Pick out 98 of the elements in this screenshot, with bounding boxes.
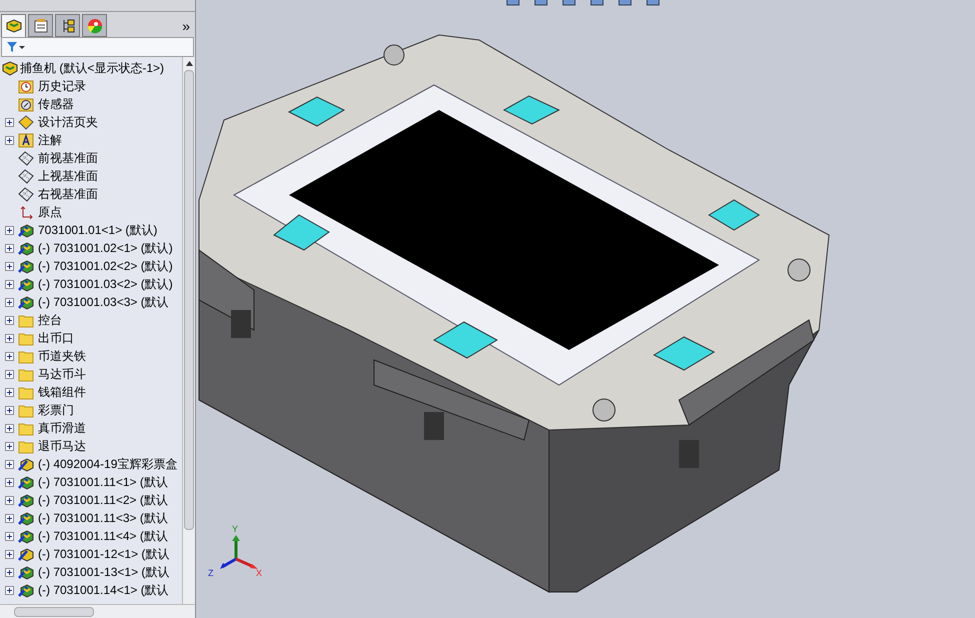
expand-toggle[interactable] <box>4 496 14 504</box>
origin-icon <box>18 204 34 220</box>
expand-toggle[interactable] <box>4 442 14 450</box>
panel-tab[interactable] <box>1 14 26 37</box>
assembly-icon <box>4 18 22 34</box>
tree-item[interactable]: 钱箱组件 <box>38 383 86 401</box>
tree-item[interactable]: 原点 <box>38 203 62 221</box>
tree-item[interactable]: (-) 7031001.02<1> (默认) <box>38 239 173 257</box>
expand-toggle[interactable] <box>4 532 14 540</box>
plane-icon <box>18 186 34 202</box>
expand-toggle[interactable] <box>4 568 14 576</box>
expand-toggle[interactable] <box>4 352 14 360</box>
assembly-icon <box>18 546 34 562</box>
tree-item[interactable]: 真币滑道 <box>38 419 86 437</box>
part-icon <box>18 582 34 598</box>
expand-toggle[interactable] <box>4 550 14 558</box>
expand-toggle[interactable] <box>4 136 14 144</box>
tree-item[interactable]: (-) 7031001-12<1> (默认 <box>38 545 170 563</box>
tree-item[interactable]: (-) 7031001.11<2> (默认 <box>38 491 168 509</box>
tree-item[interactable]: 历史记录 <box>38 77 86 95</box>
part-icon <box>18 240 34 256</box>
tree-item[interactable]: (-) 7031001.11<1> (默认 <box>38 473 168 491</box>
vertical-scrollbar[interactable] <box>182 57 195 604</box>
tree-item[interactable]: 上视基准面 <box>38 167 98 185</box>
expand-toggle[interactable] <box>4 262 14 270</box>
tree-item[interactable]: 退币马达 <box>38 437 86 455</box>
scroll-up-arrow-icon[interactable] <box>186 61 192 66</box>
folder-icon <box>18 330 34 346</box>
tree-item[interactable]: (-) 7031001.02<2> (默认) <box>38 257 173 275</box>
expand-toggle[interactable] <box>4 478 14 486</box>
expand-toggle[interactable] <box>4 424 14 432</box>
filter-icon[interactable] <box>6 41 26 53</box>
tree-item[interactable]: 马达币斗 <box>38 365 86 383</box>
plane-icon <box>18 150 34 166</box>
tree-item[interactable]: 设计活页夹 <box>38 113 98 131</box>
tree-item[interactable]: (-) 7031001.11<3> (默认 <box>38 509 168 527</box>
expand-toggle[interactable] <box>4 388 14 396</box>
tree-item[interactable]: (-) 7031001.14<1> (默认 <box>38 581 169 599</box>
expand-toggle[interactable] <box>4 316 14 324</box>
folder-icon <box>18 312 34 328</box>
expand-toggle[interactable] <box>4 226 14 234</box>
gauge-folder-icon <box>18 96 34 112</box>
assembly-icon <box>2 60 18 76</box>
expand-toggle[interactable] <box>4 586 14 594</box>
folder-icon <box>18 402 34 418</box>
more-tabs-button[interactable]: » <box>178 19 194 33</box>
expand-toggle[interactable] <box>4 280 14 288</box>
axis-label: Y <box>232 525 238 534</box>
tree-item[interactable]: (-) 7031001.03<2> (默认) <box>38 275 173 293</box>
model-viewport[interactable]: Y Z X <box>196 0 975 618</box>
part-icon <box>18 474 34 490</box>
expand-toggle[interactable] <box>4 298 14 306</box>
part-icon <box>18 258 34 274</box>
panel-tab[interactable] <box>28 14 53 37</box>
tree-item[interactable]: 注解 <box>38 131 62 149</box>
horizontal-scrollbar[interactable] <box>0 604 195 618</box>
tree-item[interactable]: 传感器 <box>38 95 74 113</box>
part-icon <box>18 564 34 580</box>
folder-icon <box>18 438 34 454</box>
tree-item[interactable]: 出币口 <box>38 329 74 347</box>
tree-item[interactable]: 7031001.01<1> (默认) <box>38 221 158 239</box>
expand-toggle[interactable] <box>4 334 14 342</box>
tree-item[interactable]: 币道夹铁 <box>38 347 86 365</box>
tree-item[interactable]: (-) 7031001-13<1> (默认 <box>38 563 170 581</box>
clock-folder-icon <box>18 78 34 94</box>
axis-label: Z <box>208 569 214 578</box>
folder-icon <box>18 366 34 382</box>
folder-icon <box>18 348 34 364</box>
tree-item[interactable]: 右视基准面 <box>38 185 98 203</box>
tree-item[interactable]: 控台 <box>38 311 62 329</box>
panel-tab[interactable] <box>55 14 80 37</box>
expand-toggle[interactable] <box>4 370 14 378</box>
expand-toggle[interactable] <box>4 406 14 414</box>
annotation-icon <box>18 132 34 148</box>
assembly-icon <box>18 456 34 472</box>
expand-toggle[interactable] <box>4 244 14 252</box>
expand-toggle[interactable] <box>4 460 14 468</box>
tree-item[interactable]: (-) 4092004-19宝辉彩票盒 <box>38 455 178 473</box>
part-icon <box>18 492 34 508</box>
tree-item[interactable]: 前视基准面 <box>38 149 98 167</box>
part-icon <box>18 528 34 544</box>
tree-item[interactable]: (-) 7031001.11<4> (默认 <box>38 527 168 545</box>
property-sheet-icon <box>32 18 48 34</box>
color-wheel-icon <box>86 18 102 34</box>
binder-icon <box>18 114 34 130</box>
part-icon <box>18 510 34 526</box>
expand-toggle[interactable] <box>4 118 14 126</box>
part-icon <box>18 276 34 292</box>
expand-toggle[interactable] <box>4 514 14 522</box>
part-icon <box>18 222 34 238</box>
part-icon <box>18 294 34 310</box>
tree-item[interactable]: 捕鱼机 (默认<显示状态-1>) <box>20 59 164 77</box>
folder-icon <box>18 384 34 400</box>
plane-icon <box>18 168 34 184</box>
axis-label: X <box>256 569 262 578</box>
tree-item[interactable]: (-) 7031001.03<3> (默认 <box>38 293 169 311</box>
folder-icon <box>18 420 34 436</box>
tree-item[interactable]: 彩票门 <box>38 401 74 419</box>
